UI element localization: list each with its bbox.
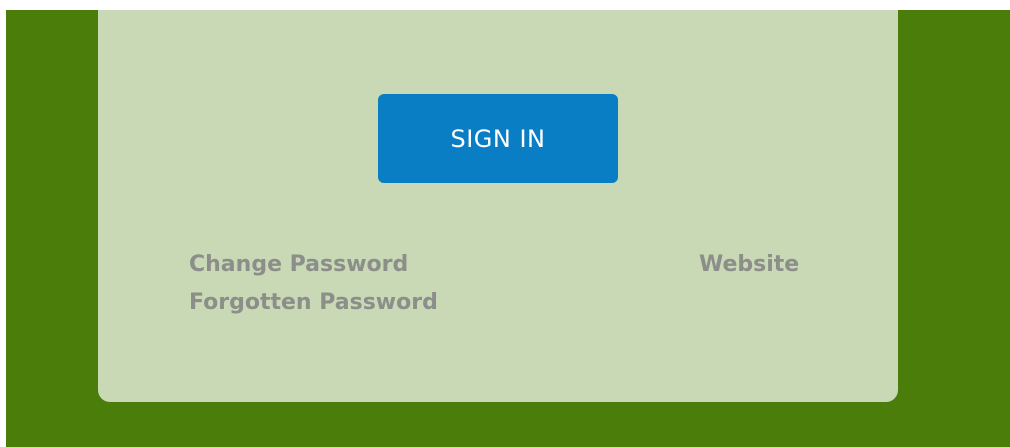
sign-in-button[interactable]: SIGN IN [378,94,618,183]
change-password-link[interactable]: Change Password [189,252,408,277]
login-card [98,10,898,402]
forgotten-password-link[interactable]: Forgotten Password [189,290,438,315]
website-link[interactable]: Website [699,252,799,277]
